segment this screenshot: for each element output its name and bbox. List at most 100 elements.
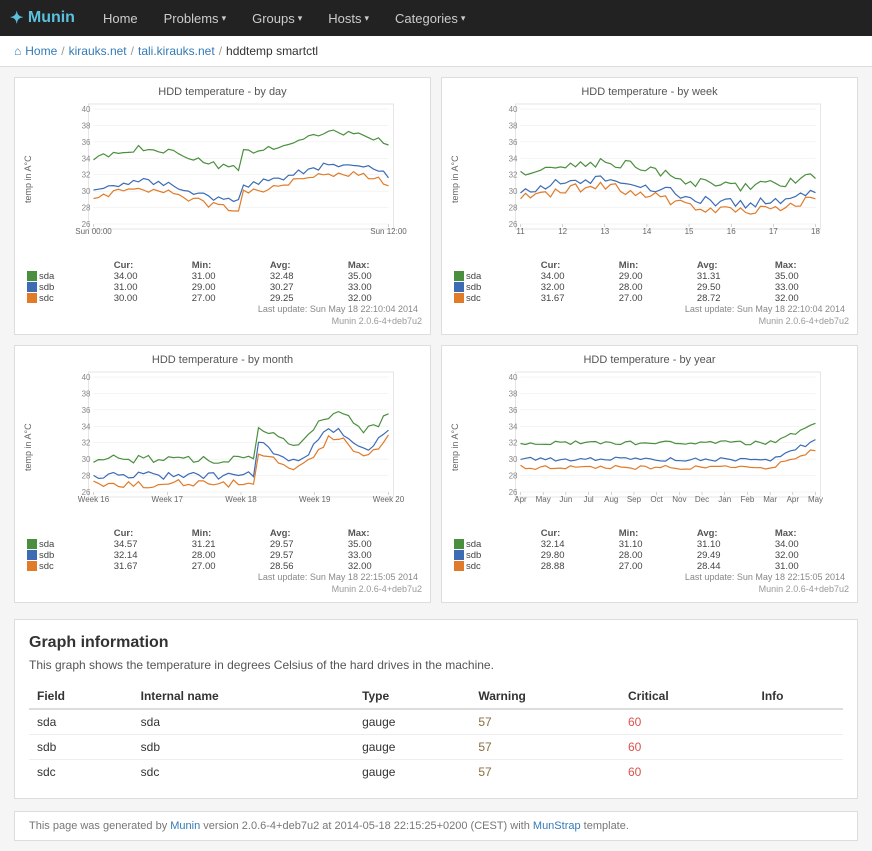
footer-text-before: This page was generated by — [29, 820, 170, 832]
graph-title-by-year: HDD temperature - by year — [450, 354, 849, 366]
svg-text:38: 38 — [82, 389, 91, 398]
svg-text:Feb: Feb — [741, 495, 755, 504]
legend-name: sdb — [23, 282, 110, 293]
graph-legend-by-month: Cur:Min:Avg:Max:sda34.5731.2129.5735.00s… — [23, 528, 422, 582]
legend-name: sdb — [450, 550, 537, 561]
svg-text:38: 38 — [509, 121, 518, 130]
breadcrumb-level1[interactable]: kirauks.net — [69, 44, 127, 58]
svg-text:Week 19: Week 19 — [299, 495, 331, 504]
footer-text-middle: version 2.0.6-4+deb7u2 at 2014-05-18 22:… — [200, 820, 533, 832]
svg-text:36: 36 — [509, 406, 518, 415]
graph-title-by-day: HDD temperature - by day — [23, 86, 422, 98]
svg-text:28: 28 — [82, 472, 91, 481]
graph-info-section: Graph information This graph shows the t… — [14, 619, 858, 799]
page-footer: This page was generated by Munin version… — [14, 811, 858, 841]
svg-text:Week 17: Week 17 — [152, 495, 184, 504]
svg-text:16: 16 — [727, 227, 736, 236]
ylabel-by-day: temp in A°C — [23, 102, 37, 257]
legend-name: sda — [450, 539, 537, 550]
munin-version-by-week: Munin 2.0.6-4+deb7u2 — [450, 316, 849, 326]
breadcrumb: ⌂ Home / kirauks.net / tali.kirauks.net … — [0, 36, 872, 67]
svg-text:30: 30 — [82, 455, 91, 464]
chevron-down-icon: ▾ — [298, 13, 303, 24]
svg-text:May: May — [536, 495, 551, 504]
svg-text:34: 34 — [509, 154, 518, 163]
chevron-down-icon: ▾ — [461, 13, 466, 24]
nav-home[interactable]: Home — [95, 7, 146, 30]
ylabel-by-week: temp in A°C — [450, 102, 464, 257]
graph-svg-by-year: 2628303234363840AprMayJunJulAugSepOctNov… — [466, 370, 849, 525]
svg-text:36: 36 — [82, 406, 91, 415]
graph-info-description: This graph shows the temperature in degr… — [29, 658, 843, 672]
svg-text:Jan: Jan — [718, 495, 731, 504]
legend-name: sdb — [23, 550, 110, 561]
graph-title-by-month: HDD temperature - by month — [23, 354, 422, 366]
svg-text:36: 36 — [82, 138, 91, 147]
nav-categories[interactable]: Categories ▾ — [387, 7, 473, 30]
svg-text:Mar: Mar — [763, 495, 777, 504]
breadcrumb-level2[interactable]: tali.kirauks.net — [138, 44, 215, 58]
svg-text:Sun 12:00: Sun 12:00 — [370, 227, 407, 236]
brand: ✦ Munin — [10, 8, 75, 28]
svg-text:Week 18: Week 18 — [225, 495, 257, 504]
col-type: Type — [354, 684, 470, 709]
svg-text:15: 15 — [685, 227, 694, 236]
munin-version-by-year: Munin 2.0.6-4+deb7u2 — [450, 584, 849, 594]
svg-text:28: 28 — [509, 472, 518, 481]
svg-text:40: 40 — [509, 373, 518, 382]
svg-text:34: 34 — [82, 422, 91, 431]
graph-grid: HDD temperature - by daytemp in A°C26283… — [14, 77, 858, 603]
svg-text:Week 20: Week 20 — [373, 495, 405, 504]
graph-info-title: Graph information — [29, 634, 843, 652]
munin-version-by-month: Munin 2.0.6-4+deb7u2 — [23, 584, 422, 594]
munstrap-link[interactable]: MunStrap — [533, 820, 581, 832]
svg-text:32: 32 — [82, 439, 91, 448]
col-internal: Internal name — [133, 684, 354, 709]
svg-text:38: 38 — [82, 121, 91, 130]
svg-text:32: 32 — [509, 171, 518, 180]
svg-text:40: 40 — [82, 105, 91, 114]
graph-legend-by-year: Cur:Min:Avg:Max:sda32.1431.1031.1034.00s… — [450, 528, 849, 582]
svg-text:36: 36 — [509, 138, 518, 147]
graph-svg-by-day: 2628303234363840Sun 00:00Sun 12:00 — [39, 102, 422, 257]
chevron-down-icon: ▾ — [222, 13, 227, 24]
svg-text:Aug: Aug — [604, 495, 618, 504]
nav-hosts[interactable]: Hosts ▾ — [320, 7, 377, 30]
legend-name: sdb — [450, 282, 537, 293]
legend-name: sdc — [23, 293, 110, 304]
nav-problems[interactable]: Problems ▾ — [156, 7, 234, 30]
breadcrumb-current: hddtemp smartctl — [226, 44, 318, 58]
svg-text:Apr: Apr — [514, 495, 527, 504]
svg-text:Nov: Nov — [672, 495, 686, 504]
main-content: HDD temperature - by daytemp in A°C26283… — [0, 67, 872, 851]
chevron-down-icon: ▾ — [365, 13, 370, 24]
brand-icon: ✦ — [10, 8, 23, 28]
legend-name: sda — [23, 271, 110, 282]
svg-text:38: 38 — [509, 389, 518, 398]
graph-card-by-month: HDD temperature - by monthtemp in A°C262… — [14, 345, 431, 603]
legend-name: sdc — [450, 561, 537, 572]
svg-text:Oct: Oct — [650, 495, 663, 504]
svg-text:30: 30 — [509, 455, 518, 464]
graph-card-by-week: HDD temperature - by weektemp in A°C2628… — [441, 77, 858, 335]
graph-info-table: Field Internal name Type Warning Critica… — [29, 684, 843, 784]
breadcrumb-home[interactable]: Home — [25, 44, 57, 58]
legend-name: sda — [23, 539, 110, 550]
munin-link[interactable]: Munin — [170, 820, 200, 832]
table-row: sdbsdbgauge5760 — [29, 735, 843, 760]
svg-text:Jul: Jul — [583, 495, 593, 504]
nav-groups[interactable]: Groups ▾ — [244, 7, 310, 30]
graph-svg-by-month: 2628303234363840Week 16Week 17Week 18Wee… — [39, 370, 422, 525]
svg-text:12: 12 — [558, 227, 567, 236]
col-warning: Warning — [470, 684, 620, 709]
svg-text:13: 13 — [600, 227, 609, 236]
svg-text:Dec: Dec — [695, 495, 709, 504]
svg-text:14: 14 — [642, 227, 651, 236]
col-info: Info — [753, 684, 843, 709]
svg-text:28: 28 — [82, 204, 91, 213]
graph-card-by-day: HDD temperature - by daytemp in A°C26283… — [14, 77, 431, 335]
brand-label: Munin — [28, 9, 75, 27]
svg-text:34: 34 — [509, 422, 518, 431]
svg-text:28: 28 — [509, 204, 518, 213]
table-row: sdasdagauge5760 — [29, 709, 843, 735]
